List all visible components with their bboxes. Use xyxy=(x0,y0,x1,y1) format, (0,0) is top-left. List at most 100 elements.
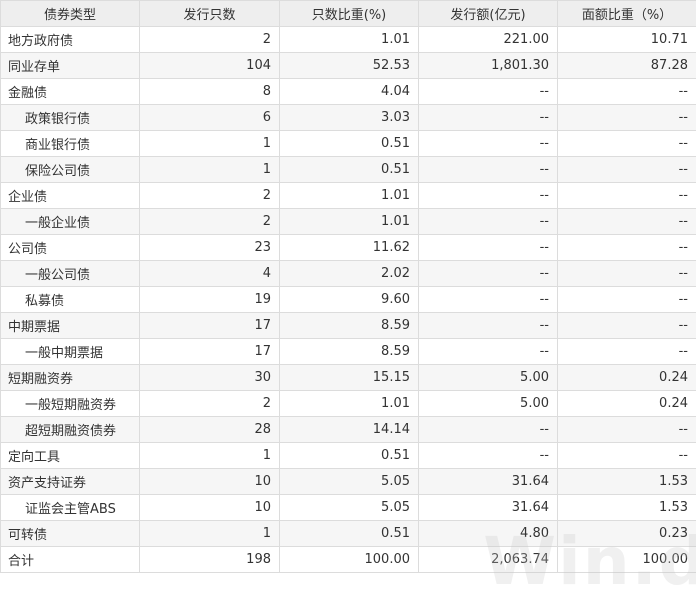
cell-amount-share: -- xyxy=(558,443,696,469)
cell-issue-count: 30 xyxy=(140,365,280,391)
cell-amount-share: 0.24 xyxy=(558,365,696,391)
cell-amount-share: -- xyxy=(558,131,696,157)
cell-issue-count: 6 xyxy=(140,105,280,131)
cell-issue-count: 17 xyxy=(140,339,280,365)
cell-amount-share: -- xyxy=(558,261,696,287)
cell-bond-type: 商业银行债 xyxy=(1,131,140,157)
cell-count-share: 100.00 xyxy=(280,547,419,573)
cell-count-share: 2.02 xyxy=(280,261,419,287)
cell-count-share: 15.15 xyxy=(280,365,419,391)
cell-bond-type: 可转债 xyxy=(1,521,140,547)
table-row: 资产支持证券105.0531.641.53 xyxy=(1,469,696,495)
table-row: 超短期融资债券2814.14---- xyxy=(1,417,696,443)
cell-issue-count: 8 xyxy=(140,79,280,105)
cell-issue-amount: 31.64 xyxy=(419,469,558,495)
cell-issue-amount: -- xyxy=(419,313,558,339)
cell-count-share: 8.59 xyxy=(280,339,419,365)
cell-issue-count: 2 xyxy=(140,27,280,53)
cell-issue-count: 2 xyxy=(140,183,280,209)
cell-count-share: 9.60 xyxy=(280,287,419,313)
cell-issue-count: 1 xyxy=(140,131,280,157)
cell-bond-type: 定向工具 xyxy=(1,443,140,469)
cell-amount-share: 1.53 xyxy=(558,469,696,495)
table-row: 地方政府债21.01221.0010.71 xyxy=(1,27,696,53)
table-row: 证监会主管ABS105.0531.641.53 xyxy=(1,495,696,521)
table-row: 中期票据178.59---- xyxy=(1,313,696,339)
table-row: 合计198100.002,063.74100.00 xyxy=(1,547,696,573)
cell-issue-amount: 5.00 xyxy=(419,365,558,391)
cell-issue-amount: -- xyxy=(419,339,558,365)
cell-amount-share: -- xyxy=(558,287,696,313)
table-row: 定向工具10.51---- xyxy=(1,443,696,469)
cell-count-share: 8.59 xyxy=(280,313,419,339)
cell-count-share: 0.51 xyxy=(280,131,419,157)
cell-bond-type: 一般公司债 xyxy=(1,261,140,287)
cell-issue-amount: 1,801.30 xyxy=(419,53,558,79)
cell-amount-share: -- xyxy=(558,183,696,209)
cell-issue-amount: 31.64 xyxy=(419,495,558,521)
cell-issue-count: 198 xyxy=(140,547,280,573)
cell-issue-amount: -- xyxy=(419,157,558,183)
header-bond-type: 债券类型 xyxy=(1,1,140,27)
cell-count-share: 3.03 xyxy=(280,105,419,131)
cell-issue-count: 19 xyxy=(140,287,280,313)
cell-count-share: 4.04 xyxy=(280,79,419,105)
cell-count-share: 0.51 xyxy=(280,157,419,183)
table-body: 地方政府债21.01221.0010.71同业存单10452.531,801.3… xyxy=(1,27,696,573)
cell-issue-amount: 221.00 xyxy=(419,27,558,53)
cell-count-share: 1.01 xyxy=(280,391,419,417)
cell-count-share: 1.01 xyxy=(280,183,419,209)
table-row: 一般中期票据178.59---- xyxy=(1,339,696,365)
cell-issue-amount: 5.00 xyxy=(419,391,558,417)
cell-amount-share: -- xyxy=(558,209,696,235)
cell-issue-count: 2 xyxy=(140,209,280,235)
cell-bond-type: 金融债 xyxy=(1,79,140,105)
table-row: 金融债84.04---- xyxy=(1,79,696,105)
table-row: 一般企业债21.01---- xyxy=(1,209,696,235)
header-issue-count: 发行只数 xyxy=(140,1,280,27)
cell-amount-share: 10.71 xyxy=(558,27,696,53)
cell-issue-amount: -- xyxy=(419,443,558,469)
header-issue-amount: 发行额(亿元) xyxy=(419,1,558,27)
cell-issue-amount: -- xyxy=(419,287,558,313)
cell-count-share: 5.05 xyxy=(280,495,419,521)
cell-count-share: 1.01 xyxy=(280,209,419,235)
cell-bond-type: 公司债 xyxy=(1,235,140,261)
cell-bond-type: 一般中期票据 xyxy=(1,339,140,365)
cell-issue-count: 104 xyxy=(140,53,280,79)
cell-bond-type: 短期融资券 xyxy=(1,365,140,391)
bond-issuance-table: 债券类型 发行只数 只数比重(%) 发行额(亿元) 面额比重（%） 地方政府债2… xyxy=(0,0,696,573)
cell-bond-type: 同业存单 xyxy=(1,53,140,79)
cell-bond-type: 保险公司债 xyxy=(1,157,140,183)
cell-amount-share: -- xyxy=(558,417,696,443)
cell-amount-share: -- xyxy=(558,339,696,365)
table-row: 短期融资券3015.155.000.24 xyxy=(1,365,696,391)
cell-amount-share: -- xyxy=(558,79,696,105)
cell-count-share: 11.62 xyxy=(280,235,419,261)
cell-count-share: 0.51 xyxy=(280,443,419,469)
cell-issue-amount: -- xyxy=(419,131,558,157)
cell-issue-count: 10 xyxy=(140,469,280,495)
cell-count-share: 5.05 xyxy=(280,469,419,495)
cell-amount-share: 100.00 xyxy=(558,547,696,573)
cell-bond-type: 一般企业债 xyxy=(1,209,140,235)
cell-count-share: 52.53 xyxy=(280,53,419,79)
cell-bond-type: 企业债 xyxy=(1,183,140,209)
header-count-share: 只数比重(%) xyxy=(280,1,419,27)
cell-issue-amount: -- xyxy=(419,209,558,235)
cell-issue-count: 4 xyxy=(140,261,280,287)
cell-amount-share: 87.28 xyxy=(558,53,696,79)
table-row: 企业债21.01---- xyxy=(1,183,696,209)
cell-amount-share: -- xyxy=(558,105,696,131)
cell-bond-type: 私募债 xyxy=(1,287,140,313)
table-row: 可转债10.514.800.23 xyxy=(1,521,696,547)
cell-count-share: 1.01 xyxy=(280,27,419,53)
cell-amount-share: 0.24 xyxy=(558,391,696,417)
cell-bond-type: 证监会主管ABS xyxy=(1,495,140,521)
cell-issue-count: 17 xyxy=(140,313,280,339)
cell-amount-share: -- xyxy=(558,235,696,261)
cell-issue-count: 23 xyxy=(140,235,280,261)
cell-bond-type: 合计 xyxy=(1,547,140,573)
table-row: 保险公司债10.51---- xyxy=(1,157,696,183)
cell-issue-count: 10 xyxy=(140,495,280,521)
